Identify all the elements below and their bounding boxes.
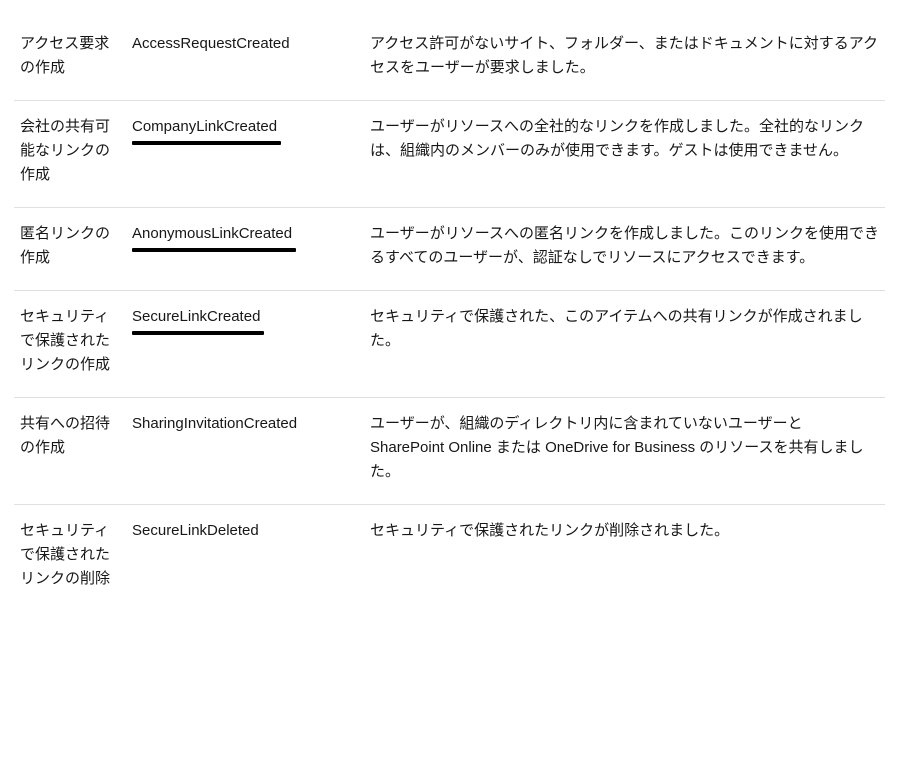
table-row: 匿名リンクの作成AnonymousLinkCreated ユーザーがリソースへの匿…	[14, 208, 885, 291]
event-name-jp: 会社の共有可能なリンクの作成	[14, 101, 126, 208]
event-operation-name: SecureLinkDeleted	[132, 519, 259, 547]
event-operation-cell: SecureLinkDeleted	[126, 505, 364, 612]
event-operation-cell: CompanyLinkCreated	[126, 101, 364, 208]
event-name-jp: 匿名リンクの作成	[14, 208, 126, 291]
event-operation-cell: SecureLinkCreated	[126, 291, 364, 398]
event-description: アクセス許可がないサイト、フォルダー、またはドキュメントに対するアクセスをユーザ…	[364, 18, 885, 101]
event-operation-name: AnonymousLinkCreated	[132, 222, 292, 250]
event-description: ユーザーがリソースへの全社的なリンクを作成しました。全社的なリンクは、組織内のメ…	[364, 101, 885, 208]
event-operation-name: SecureLinkCreated	[132, 305, 260, 333]
audit-events-tbody: アクセス要求の作成AccessRequestCreated アクセス許可がないサイ…	[14, 18, 885, 611]
event-name-jp: セキュリティで保護されたリンクの作成	[14, 291, 126, 398]
event-operation-name: AccessRequestCreated	[132, 32, 290, 60]
table-row: 共有への招待の作成SharingInvitationCreated ユーザーが、組…	[14, 398, 885, 505]
event-description: セキュリティで保護された、このアイテムへの共有リンクが作成されました。	[364, 291, 885, 398]
event-description: セキュリティで保護されたリンクが削除されました。	[364, 505, 885, 612]
page-content: アクセス要求の作成AccessRequestCreated アクセス許可がないサイ…	[0, 0, 899, 621]
table-row: アクセス要求の作成AccessRequestCreated アクセス許可がないサイ…	[14, 18, 885, 101]
event-operation-cell: AccessRequestCreated	[126, 18, 364, 101]
event-operation-name: CompanyLinkCreated	[132, 115, 277, 143]
event-name-jp: セキュリティで保護されたリンクの削除	[14, 505, 126, 612]
audit-events-table: アクセス要求の作成AccessRequestCreated アクセス許可がないサイ…	[14, 18, 885, 611]
event-operation-cell: AnonymousLinkCreated	[126, 208, 364, 291]
table-row: 会社の共有可能なリンクの作成CompanyLinkCreated ユーザーがリソー…	[14, 101, 885, 208]
event-description: ユーザーがリソースへの匿名リンクを作成しました。このリンクを使用できるすべてのユ…	[364, 208, 885, 291]
event-operation-cell: SharingInvitationCreated	[126, 398, 364, 505]
table-row: セキュリティで保護されたリンクの削除SecureLinkDeleted セキュリテ…	[14, 505, 885, 612]
table-row: セキュリティで保護されたリンクの作成SecureLinkCreated セキュリテ…	[14, 291, 885, 398]
event-operation-name: SharingInvitationCreated	[132, 412, 297, 440]
event-name-jp: アクセス要求の作成	[14, 18, 126, 101]
event-name-jp: 共有への招待の作成	[14, 398, 126, 505]
event-description: ユーザーが、組織のディレクトリ内に含まれていないユーザーと SharePoint…	[364, 398, 885, 505]
